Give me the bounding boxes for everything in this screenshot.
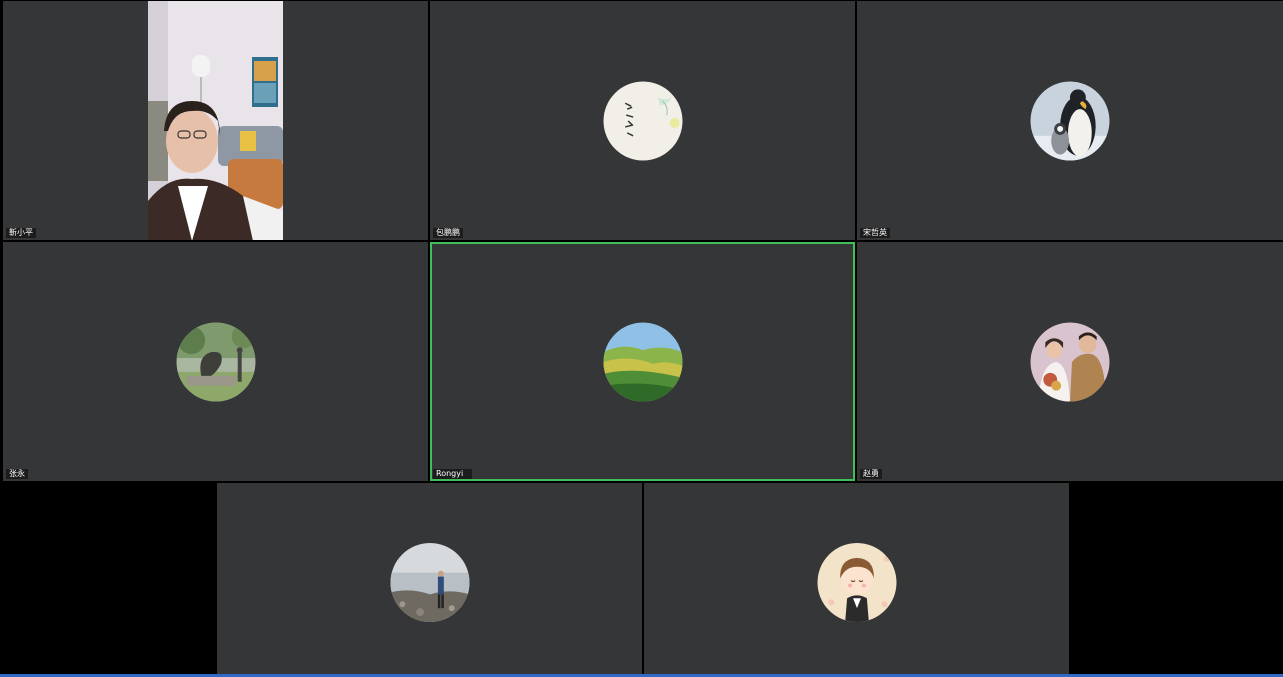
participant-avatar <box>176 322 255 401</box>
participant-name: 包鹏鹏 <box>433 228 463 238</box>
participant-name: Rongyi <box>433 469 473 479</box>
participant-video-feed <box>148 1 283 240</box>
participant-avatar <box>1030 81 1110 160</box>
participant-tile-3[interactable]: 宋哲英 <box>857 1 1283 240</box>
cartoon-boy-avatar-icon <box>817 543 896 622</box>
calligraphy-avatar-icon <box>603 81 682 160</box>
participant-name: 宋哲英 <box>860 228 890 238</box>
woman-video-icon <box>148 1 283 240</box>
participant-tile-4[interactable]: 张永 <box>3 242 428 481</box>
participant-tile-8[interactable] <box>644 483 1069 677</box>
participant-avatar <box>390 543 469 622</box>
shore-person-avatar-icon <box>390 543 469 622</box>
participant-tile-5-active-speaker[interactable]: Rongyi <box>430 242 855 481</box>
sculpture-avatar-icon <box>176 322 255 401</box>
participant-tile-2[interactable]: 包鹏鹏 <box>430 1 855 240</box>
participant-avatar <box>1030 322 1110 401</box>
couple-avatar-icon <box>1030 322 1110 401</box>
participant-avatar <box>817 543 896 622</box>
landscape-avatar-icon <box>603 322 682 401</box>
participant-avatar <box>603 322 682 401</box>
participant-tile-6[interactable]: 赵勇 <box>857 242 1283 481</box>
meeting-gallery-view: 靳小平 包鹏鹏 宋哲英 张永 Rongyi 赵勇 <box>0 0 1283 677</box>
participant-name: 赵勇 <box>860 469 882 479</box>
penguin-avatar-icon <box>1030 81 1110 160</box>
participant-name: 靳小平 <box>6 228 36 238</box>
participant-avatar <box>603 81 682 160</box>
participant-tile-7[interactable] <box>217 483 642 677</box>
participant-name: 张永 <box>6 469 28 479</box>
participant-tile-1[interactable]: 靳小平 <box>3 1 428 240</box>
